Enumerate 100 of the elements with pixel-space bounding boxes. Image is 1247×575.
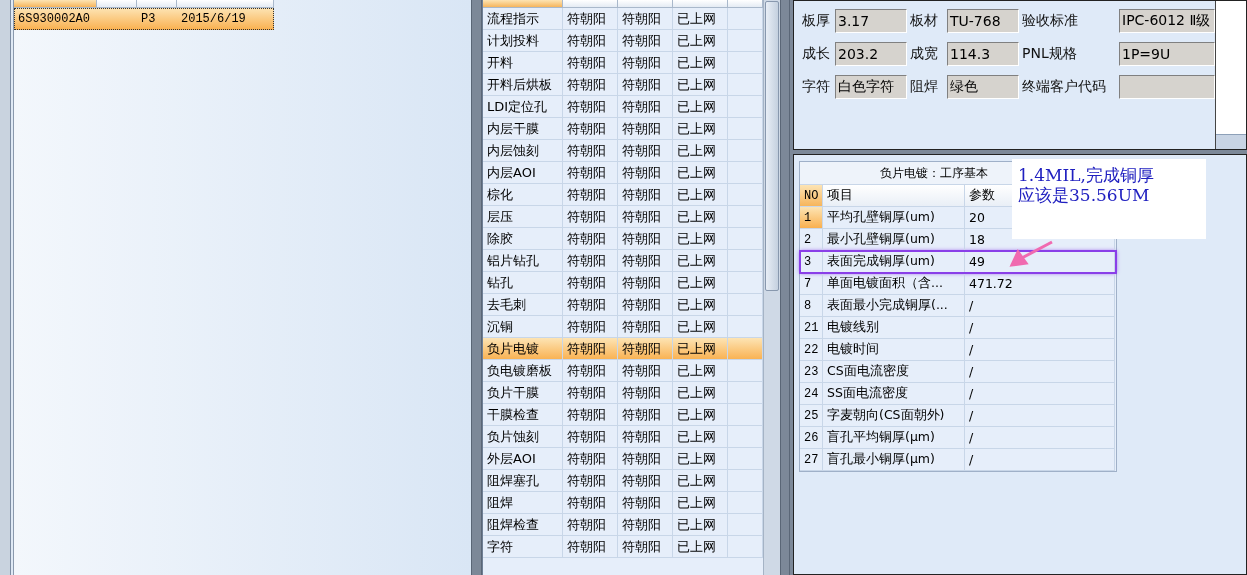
table-cell: 符朝阳: [563, 294, 618, 316]
row-number-cell[interactable]: 2: [800, 229, 823, 251]
input-field[interactable]: 1P=9U: [1119, 42, 1215, 66]
row-number-cell[interactable]: 26: [800, 427, 823, 449]
table-row[interactable]: 阻焊 符朝阳 符朝阳 已上网: [483, 492, 763, 514]
column-header[interactable]: [728, 0, 763, 8]
input-field[interactable]: 203.2: [835, 42, 907, 66]
table-row[interactable]: 阻焊塞孔 符朝阳 符朝阳 已上网: [483, 470, 763, 492]
table-row[interactable]: 开料 符朝阳 符朝阳 已上网: [483, 52, 763, 74]
row-number-cell[interactable]: 22: [800, 339, 823, 361]
table-cell: 已上网: [673, 470, 728, 492]
input-field[interactable]: IPC-6012 Ⅱ级: [1119, 9, 1215, 33]
table-cell: /: [965, 449, 1115, 471]
column-header[interactable]: [618, 0, 673, 8]
table-cell: 已上网: [673, 360, 728, 382]
table-row[interactable]: 7 单面电镀面积（含... 471.72: [800, 273, 1116, 295]
table-row[interactable]: 干膜检查 符朝阳 符朝阳 已上网: [483, 404, 763, 426]
table-cell: 已上网: [673, 206, 728, 228]
table-row[interactable]: 外层AOI 符朝阳 符朝阳 已上网: [483, 448, 763, 470]
table-cell: /: [965, 361, 1115, 383]
scrollbar-thumb[interactable]: [765, 1, 780, 291]
horizontal-scrollbar[interactable]: [1216, 134, 1246, 149]
table-row[interactable]: 阻焊检查 符朝阳 符朝阳 已上网: [483, 514, 763, 536]
table-row[interactable]: 内层AOI 符朝阳 符朝阳 已上网: [483, 162, 763, 184]
column-header[interactable]: [563, 0, 618, 8]
table-row[interactable]: 棕化 符朝阳 符朝阳 已上网: [483, 184, 763, 206]
row-number-cell[interactable]: 7: [800, 273, 823, 295]
column-header[interactable]: NO: [800, 185, 823, 207]
table-row[interactable]: 24 SS面电流密度 /: [800, 383, 1116, 405]
table-cell: 盲孔最小铜厚(μm): [823, 449, 965, 471]
table-row[interactable]: 负片电镀 符朝阳 符朝阳 已上网: [483, 338, 763, 360]
row-number-cell[interactable]: 8: [800, 295, 823, 317]
field-label: 成长: [802, 45, 831, 63]
input-field[interactable]: 绿色: [947, 75, 1019, 99]
table-row[interactable]: 负片干膜 符朝阳 符朝阳 已上网: [483, 382, 763, 404]
table-cell: 已上网: [673, 52, 728, 74]
table-cell: 符朝阳: [563, 426, 618, 448]
table-cell: 已上网: [673, 448, 728, 470]
table-row[interactable]: 22 电镀时间 /: [800, 339, 1116, 361]
input-field[interactable]: 114.3: [947, 42, 1019, 66]
table-cell: 已上网: [673, 338, 728, 360]
table-row[interactable]: 25 字麦朝向(CS面朝外) /: [800, 405, 1116, 427]
table-row[interactable]: 层压 符朝阳 符朝阳 已上网: [483, 206, 763, 228]
table-row[interactable]: LDI定位孔 符朝阳 符朝阳 已上网: [483, 96, 763, 118]
table-row[interactable]: 开料后烘板 符朝阳 符朝阳 已上网: [483, 74, 763, 96]
table-row[interactable]: 除胶 符朝阳 符朝阳 已上网: [483, 228, 763, 250]
table-row[interactable]: 6S930002A0 P3 2015/6/19: [14, 8, 274, 30]
table-cell: 已上网: [673, 536, 728, 558]
row-number-cell[interactable]: 25: [800, 405, 823, 427]
table-row[interactable]: 去毛刺 符朝阳 符朝阳 已上网: [483, 294, 763, 316]
column-header[interactable]: [177, 0, 274, 8]
field-label: 阻焊: [910, 78, 939, 96]
input-field[interactable]: TU-768: [947, 9, 1019, 33]
table-row[interactable]: 23 CS面电流密度 /: [800, 361, 1116, 383]
table-row[interactable]: 8 表面最小完成铜厚(... /: [800, 295, 1116, 317]
table-cell: 符朝阳: [618, 30, 673, 52]
row-number-cell[interactable]: 23: [800, 361, 823, 383]
table-row[interactable]: 负片蚀刻 符朝阳 符朝阳 已上网: [483, 426, 763, 448]
table-row[interactable]: 内层干膜 符朝阳 符朝阳 已上网: [483, 118, 763, 140]
highlighted-row[interactable]: 3 表面完成铜厚(um) 49: [800, 251, 1116, 273]
annotation-text: 应该是35.56UM: [1018, 185, 1151, 205]
table-cell: 符朝阳: [618, 426, 673, 448]
table-cell: 已上网: [673, 404, 728, 426]
table-row[interactable]: 21 电镀线别 /: [800, 317, 1116, 339]
column-header[interactable]: [14, 0, 97, 8]
table-cell: 符朝阳: [563, 8, 618, 30]
table-cell: 已上网: [673, 184, 728, 206]
table-row[interactable]: 内层蚀刻 符朝阳 符朝阳 已上网: [483, 140, 763, 162]
table-cell: 已上网: [673, 250, 728, 272]
table-cell: 已上网: [673, 228, 728, 250]
input-field[interactable]: 白色字符: [835, 75, 907, 99]
table-row[interactable]: 计划投料 符朝阳 符朝阳 已上网: [483, 30, 763, 52]
table-row[interactable]: 字符 符朝阳 符朝阳 已上网: [483, 536, 763, 558]
table-cell: 符朝阳: [563, 338, 618, 360]
table-row[interactable]: 负电镀磨板 符朝阳 符朝阳 已上网: [483, 360, 763, 382]
table-cell: 符朝阳: [563, 492, 618, 514]
row-number-cell[interactable]: 1: [800, 207, 823, 229]
row-number-cell[interactable]: 3: [800, 251, 823, 273]
input-field[interactable]: [1119, 75, 1215, 99]
column-header[interactable]: [673, 0, 728, 8]
table-row[interactable]: 流程指示 符朝阳 符朝阳 已上网: [483, 8, 763, 30]
table-row[interactable]: 铝片钻孔 符朝阳 符朝阳 已上网: [483, 250, 763, 272]
row-number-cell[interactable]: 24: [800, 383, 823, 405]
column-header[interactable]: [97, 0, 137, 8]
input-field[interactable]: 3.17: [835, 9, 907, 33]
table-cell: 负片电镀: [483, 338, 563, 360]
table-row[interactable]: 钻孔 符朝阳 符朝阳 已上网: [483, 272, 763, 294]
scrollbar[interactable]: [763, 0, 781, 575]
table-row[interactable]: 26 盲孔平均铜厚(μm) /: [800, 427, 1116, 449]
splitter[interactable]: [471, 0, 482, 575]
table-row[interactable]: 27 盲孔最小铜厚(μm) /: [800, 449, 1116, 471]
row-number-cell[interactable]: 21: [800, 317, 823, 339]
table-cell: 开料: [483, 52, 563, 74]
column-header[interactable]: [483, 0, 563, 8]
row-number-cell[interactable]: 27: [800, 449, 823, 471]
column-header[interactable]: [137, 0, 177, 8]
column-header[interactable]: 项目: [823, 185, 965, 207]
table-cell: SS面电流密度: [823, 383, 965, 405]
table-cell: 干膜检查: [483, 404, 563, 426]
table-cell: 铝片钻孔: [483, 250, 563, 272]
